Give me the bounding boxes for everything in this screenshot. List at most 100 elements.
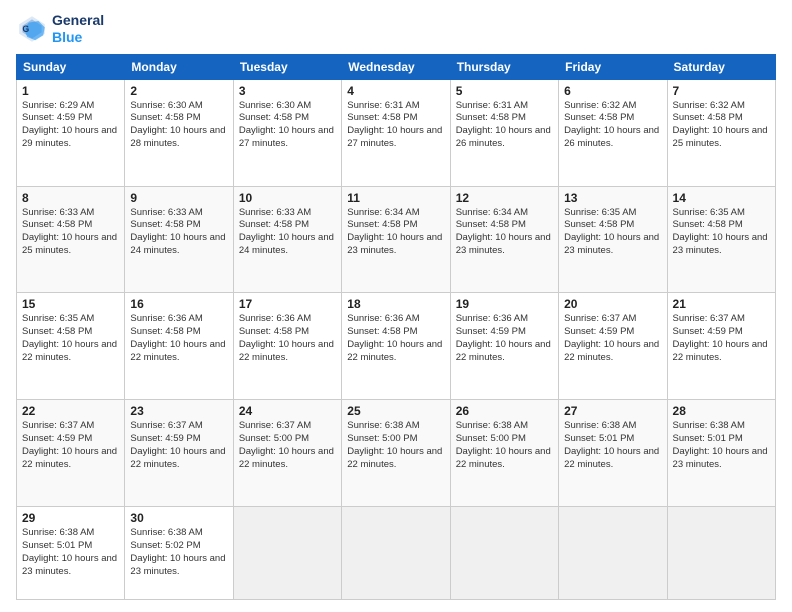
- col-thursday: Thursday: [450, 54, 558, 79]
- day-number: 17: [239, 297, 336, 311]
- day-info: Sunrise: 6:33 AM Sunset: 4:58 PM Dayligh…: [130, 207, 227, 258]
- day-number: 10: [239, 191, 336, 205]
- day-number: 1: [22, 84, 119, 98]
- day-info: Sunrise: 6:33 AM Sunset: 4:58 PM Dayligh…: [239, 207, 336, 258]
- calendar-week-row: 22 Sunrise: 6:37 AM Sunset: 4:59 PM Dayli…: [17, 400, 776, 507]
- calendar-cell: [667, 507, 775, 600]
- col-tuesday: Tuesday: [233, 54, 341, 79]
- day-info: Sunrise: 6:37 AM Sunset: 4:59 PM Dayligh…: [564, 313, 661, 364]
- day-info: Sunrise: 6:35 AM Sunset: 4:58 PM Dayligh…: [673, 207, 770, 258]
- day-info: Sunrise: 6:37 AM Sunset: 4:59 PM Dayligh…: [130, 420, 227, 471]
- day-number: 4: [347, 84, 444, 98]
- col-monday: Monday: [125, 54, 233, 79]
- day-number: 14: [673, 191, 770, 205]
- day-info: Sunrise: 6:31 AM Sunset: 4:58 PM Dayligh…: [347, 100, 444, 151]
- day-info: Sunrise: 6:38 AM Sunset: 5:00 PM Dayligh…: [347, 420, 444, 471]
- calendar-cell: 13 Sunrise: 6:35 AM Sunset: 4:58 PM Dayli…: [559, 186, 667, 293]
- calendar-cell: 20 Sunrise: 6:37 AM Sunset: 4:59 PM Dayli…: [559, 293, 667, 400]
- day-info: Sunrise: 6:37 AM Sunset: 5:00 PM Dayligh…: [239, 420, 336, 471]
- day-number: 26: [456, 404, 553, 418]
- calendar-table: Sunday Monday Tuesday Wednesday Thursday…: [16, 54, 776, 600]
- day-number: 20: [564, 297, 661, 311]
- day-number: 21: [673, 297, 770, 311]
- page: G General Blue Sunday Monday Tuesday Wed…: [0, 0, 792, 612]
- day-info: Sunrise: 6:38 AM Sunset: 5:01 PM Dayligh…: [22, 527, 119, 578]
- calendar-cell: 17Sunrise: 6:36 AM Sunset: 4:58 PM Dayli…: [233, 293, 341, 400]
- calendar-cell: 2 Sunrise: 6:30 AM Sunset: 4:58 PM Daylig…: [125, 79, 233, 186]
- calendar-cell: 28 Sunrise: 6:38 AM Sunset: 5:01 PM Dayli…: [667, 400, 775, 507]
- calendar-cell: 3 Sunrise: 6:30 AM Sunset: 4:58 PM Daylig…: [233, 79, 341, 186]
- day-info: Sunrise: 6:36 AM Sunset: 4:58 PM Dayligh…: [347, 313, 444, 364]
- day-info: Sunrise: 6:32 AM Sunset: 4:58 PM Dayligh…: [564, 100, 661, 151]
- day-number: 12: [456, 191, 553, 205]
- calendar-cell: 24 Sunrise: 6:37 AM Sunset: 5:00 PM Dayli…: [233, 400, 341, 507]
- calendar-cell: 22 Sunrise: 6:37 AM Sunset: 4:59 PM Dayli…: [17, 400, 125, 507]
- day-info: Sunrise: 6:37 AM Sunset: 4:59 PM Dayligh…: [22, 420, 119, 471]
- calendar-cell: 11 Sunrise: 6:34 AM Sunset: 4:58 PM Dayli…: [342, 186, 450, 293]
- day-number: 13: [564, 191, 661, 205]
- day-number: 27: [564, 404, 661, 418]
- day-info: Sunrise: 6:31 AM Sunset: 4:58 PM Dayligh…: [456, 100, 553, 151]
- day-info: Sunrise: 6:38 AM Sunset: 5:01 PM Dayligh…: [673, 420, 770, 471]
- calendar-cell: 29 Sunrise: 6:38 AM Sunset: 5:01 PM Dayli…: [17, 507, 125, 600]
- day-number: 19: [456, 297, 553, 311]
- day-info: Sunrise: 6:29 AM Sunset: 4:59 PM Dayligh…: [22, 100, 119, 151]
- calendar-cell: 14 Sunrise: 6:35 AM Sunset: 4:58 PM Dayli…: [667, 186, 775, 293]
- day-number: 5: [456, 84, 553, 98]
- day-info: Sunrise: 6:35 AM Sunset: 4:58 PM Dayligh…: [22, 313, 119, 364]
- calendar-week-row: 1 Sunrise: 6:29 AM Sunset: 4:59 PM Daylig…: [17, 79, 776, 186]
- day-info: Sunrise: 6:36 AM Sunset: 4:59 PM Dayligh…: [456, 313, 553, 364]
- day-info: Sunrise: 6:38 AM Sunset: 5:01 PM Dayligh…: [564, 420, 661, 471]
- calendar-cell: 5 Sunrise: 6:31 AM Sunset: 4:58 PM Daylig…: [450, 79, 558, 186]
- calendar-cell: 10 Sunrise: 6:33 AM Sunset: 4:58 PM Dayli…: [233, 186, 341, 293]
- day-info: Sunrise: 6:37 AM Sunset: 4:59 PM Dayligh…: [673, 313, 770, 364]
- day-number: 18: [347, 297, 444, 311]
- calendar-cell: 1 Sunrise: 6:29 AM Sunset: 4:59 PM Daylig…: [17, 79, 125, 186]
- day-number: 9: [130, 191, 227, 205]
- calendar-cell: 4 Sunrise: 6:31 AM Sunset: 4:58 PM Daylig…: [342, 79, 450, 186]
- logo-text: General Blue: [52, 12, 104, 46]
- day-number: 29: [22, 511, 119, 525]
- day-number: 7: [673, 84, 770, 98]
- calendar-week-row: 15 Sunrise: 6:35 AM Sunset: 4:58 PM Dayli…: [17, 293, 776, 400]
- calendar-cell: 27 Sunrise: 6:38 AM Sunset: 5:01 PM Dayli…: [559, 400, 667, 507]
- calendar-week-row: 29 Sunrise: 6:38 AM Sunset: 5:01 PM Dayli…: [17, 507, 776, 600]
- day-number: 25: [347, 404, 444, 418]
- day-info: Sunrise: 6:36 AM Sunset: 4:58 PM Dayligh…: [130, 313, 227, 364]
- calendar-cell: [233, 507, 341, 600]
- day-info: Sunrise: 6:34 AM Sunset: 4:58 PM Dayligh…: [456, 207, 553, 258]
- calendar-header-row: Sunday Monday Tuesday Wednesday Thursday…: [17, 54, 776, 79]
- svg-text:G: G: [22, 24, 29, 34]
- calendar-cell: 12 Sunrise: 6:34 AM Sunset: 4:58 PM Dayli…: [450, 186, 558, 293]
- day-info: Sunrise: 6:33 AM Sunset: 4:58 PM Dayligh…: [22, 207, 119, 258]
- calendar-week-row: 8 Sunrise: 6:33 AM Sunset: 4:58 PM Daylig…: [17, 186, 776, 293]
- day-number: 11: [347, 191, 444, 205]
- calendar-cell: 21 Sunrise: 6:37 AM Sunset: 4:59 PM Dayli…: [667, 293, 775, 400]
- day-info: Sunrise: 6:38 AM Sunset: 5:02 PM Dayligh…: [130, 527, 227, 578]
- calendar-cell: 9 Sunrise: 6:33 AM Sunset: 4:58 PM Daylig…: [125, 186, 233, 293]
- day-info: Sunrise: 6:34 AM Sunset: 4:58 PM Dayligh…: [347, 207, 444, 258]
- calendar-cell: [342, 507, 450, 600]
- day-number: 30: [130, 511, 227, 525]
- logo: G General Blue: [16, 12, 104, 46]
- day-number: 15: [22, 297, 119, 311]
- calendar-cell: 30 Sunrise: 6:38 AM Sunset: 5:02 PM Dayli…: [125, 507, 233, 600]
- day-number: 24: [239, 404, 336, 418]
- calendar-cell: 8 Sunrise: 6:33 AM Sunset: 4:58 PM Daylig…: [17, 186, 125, 293]
- day-number: 23: [130, 404, 227, 418]
- calendar-cell: 6Sunrise: 6:32 AM Sunset: 4:58 PM Daylig…: [559, 79, 667, 186]
- day-info: Sunrise: 6:30 AM Sunset: 4:58 PM Dayligh…: [239, 100, 336, 151]
- day-number: 22: [22, 404, 119, 418]
- day-info: Sunrise: 6:30 AM Sunset: 4:58 PM Dayligh…: [130, 100, 227, 151]
- calendar-cell: 23 Sunrise: 6:37 AM Sunset: 4:59 PM Dayli…: [125, 400, 233, 507]
- day-number: 28: [673, 404, 770, 418]
- calendar-cell: [450, 507, 558, 600]
- day-number: 16: [130, 297, 227, 311]
- day-number: 2: [130, 84, 227, 98]
- day-number: 8: [22, 191, 119, 205]
- calendar-cell: 25 Sunrise: 6:38 AM Sunset: 5:00 PM Dayli…: [342, 400, 450, 507]
- day-info: Sunrise: 6:35 AM Sunset: 4:58 PM Dayligh…: [564, 207, 661, 258]
- col-friday: Friday: [559, 54, 667, 79]
- day-number: 3: [239, 84, 336, 98]
- calendar-cell: 26Sunrise: 6:38 AM Sunset: 5:00 PM Dayli…: [450, 400, 558, 507]
